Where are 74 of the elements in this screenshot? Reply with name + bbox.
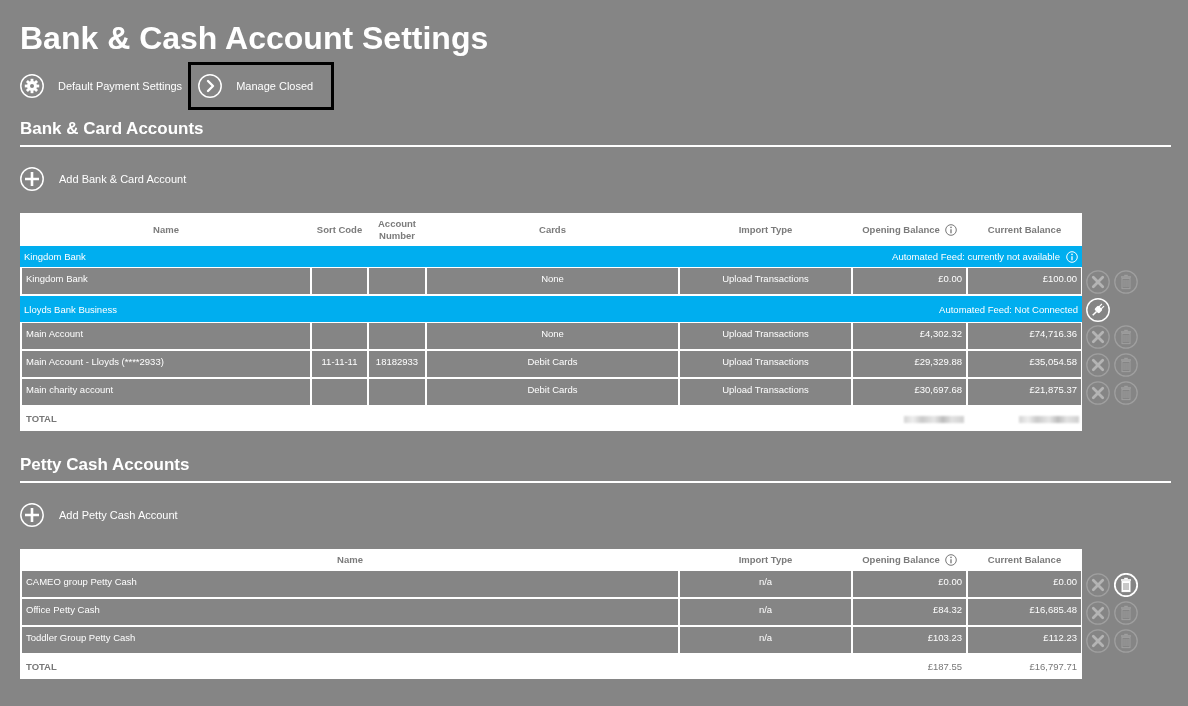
column-header: Opening Balance <box>862 554 940 566</box>
close-icon[interactable] <box>1086 629 1110 653</box>
table-cell: Main Account - Lloyds (****2933) <box>22 351 310 377</box>
column-header: Sort Code <box>316 223 363 236</box>
table-cell: Office Petty Cash <box>22 599 678 625</box>
table-cell: £103.23 <box>853 627 966 653</box>
table-cell: £100.00 <box>968 268 1081 294</box>
group-name: Kingdom Bank <box>24 251 86 262</box>
table-cell: Main Account <box>22 323 310 349</box>
table-cell: None <box>427 268 678 294</box>
nav-link[interactable]: Manage Closed <box>188 62 335 110</box>
column-header: Cards <box>539 223 566 236</box>
table-cell: n/a <box>680 571 851 597</box>
chevron-right-icon <box>198 74 223 98</box>
add-account-button[interactable]: Add Petty Cash Account <box>20 503 178 527</box>
info-icon[interactable] <box>944 223 957 236</box>
table-cell: £84.32 <box>853 599 966 625</box>
table-cell: £0.00 <box>968 571 1081 597</box>
close-icon[interactable] <box>1086 381 1110 405</box>
table-cell: Upload Transactions <box>680 268 851 294</box>
column-header: Current Balance <box>987 554 1062 566</box>
table-cell: £35,054.58 <box>968 351 1081 377</box>
table-cell: £112.23 <box>968 627 1081 653</box>
column-header: Import Type <box>738 223 793 236</box>
total-value: £187.55 <box>926 661 963 673</box>
column-header: Name <box>153 223 179 236</box>
table-cell: Toddler Group Petty Cash <box>22 627 678 653</box>
table-cell: Debit Cards <box>427 351 678 377</box>
table-cell: £16,685.48 <box>968 599 1081 625</box>
table-cell: Kingdom Bank <box>22 268 310 294</box>
close-icon[interactable] <box>1086 353 1110 377</box>
table-cell: Upload Transactions <box>680 323 851 349</box>
column-header: Name <box>337 554 363 566</box>
column-header: Current Balance <box>987 223 1062 236</box>
table-cell: n/a <box>680 599 851 625</box>
table-cell: £30,697.68 <box>853 379 966 405</box>
table-cell: £4,302.32 <box>853 323 966 349</box>
add-account-button[interactable]: Add Bank & Card Account <box>20 167 187 191</box>
info-icon[interactable] <box>944 554 957 566</box>
group-name: Lloyds Bank Business <box>24 303 117 315</box>
plug-icon[interactable] <box>1086 297 1110 322</box>
table-cell: CAMEO group Petty Cash <box>22 571 678 597</box>
table-cell: £74,716.36 <box>968 323 1081 349</box>
table-cell: Upload Transactions <box>680 351 851 377</box>
plus-icon <box>20 503 44 527</box>
table-cell: £21,875.37 <box>968 379 1081 405</box>
column-header: Account Number <box>377 217 417 242</box>
close-icon[interactable] <box>1086 325 1110 349</box>
total-label: TOTAL <box>25 661 58 673</box>
table-cell: Main charity account <box>22 379 310 405</box>
close-icon[interactable] <box>1086 601 1110 625</box>
table-cell: £29,329.88 <box>853 351 966 377</box>
table-cell: £0.00 <box>853 268 966 294</box>
table-cell: Upload Transactions <box>680 379 851 405</box>
close-icon[interactable] <box>1086 270 1110 294</box>
table-cell: £0.00 <box>853 571 966 597</box>
column-header: Import Type <box>738 554 793 566</box>
total-label: TOTAL <box>25 413 58 425</box>
section-heading: Petty Cash Accounts <box>20 454 1171 483</box>
feed-status: Automated Feed: Not Connected <box>939 303 1078 315</box>
close-icon[interactable] <box>1086 573 1110 597</box>
table-cell: 18182933 <box>369 351 425 377</box>
feed-status: Automated Feed: currently not available <box>892 251 1060 262</box>
table-cell: Debit Cards <box>427 379 678 405</box>
table-cell: None <box>427 323 678 349</box>
page-title: Bank & Cash Account Settings <box>20 19 489 58</box>
table-cell: 11-11-11 <box>312 351 367 377</box>
settings-icon <box>20 74 44 98</box>
column-header: Opening Balance <box>862 223 940 236</box>
section-heading: Bank & Card Accounts <box>20 118 1171 147</box>
total-value: £16,797.71 <box>1028 661 1078 673</box>
plus-icon <box>20 167 44 191</box>
nav-link[interactable]: Default Payment Settings <box>20 62 183 110</box>
table-cell: n/a <box>680 627 851 653</box>
